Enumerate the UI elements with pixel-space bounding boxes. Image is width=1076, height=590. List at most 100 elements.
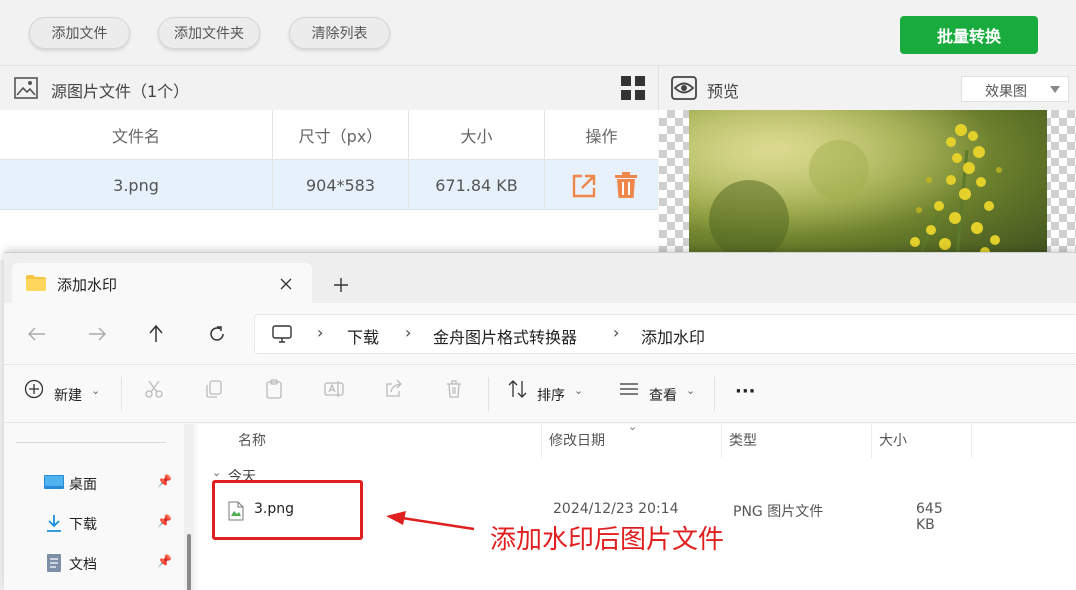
chevron-down-icon: ⌄ [686,384,696,397]
scrollbar-track[interactable] [184,424,194,590]
column-header-size: 大小 [460,127,493,146]
up-arrow-icon[interactable] [148,325,164,343]
nav-item-label: 文档 [69,557,97,573]
navigation-pane: 桌面 📌 下载 📌 文档 📌 [4,424,198,590]
converter-app: 添加文件 添加文件夹 清除列表 批量转换 源图片文件（1个） 预览 效果图 文件… [0,0,1076,260]
eye-icon [671,76,697,100]
column-divider [408,110,409,210]
column-header-dimensions: 尺寸（px） [298,127,383,146]
source-files-header: 源图片文件（1个） [0,66,658,110]
annotation-label: 添加水印后图片文件 [490,525,725,555]
column-header-type[interactable]: 类型 [729,430,757,450]
computer-icon [272,325,292,343]
folder-icon [26,275,46,291]
divider [121,377,122,411]
divider [714,377,715,411]
new-button[interactable]: 新建 [54,385,82,405]
pin-icon[interactable]: 📌 [157,514,172,528]
tab-strip: 添加水印 [4,253,1076,303]
column-divider [272,110,273,210]
paste-icon[interactable] [264,379,284,399]
forward-arrow-icon[interactable] [88,327,106,341]
column-divider[interactable] [541,424,542,458]
column-divider[interactable] [871,424,872,458]
scrollbar-thumb[interactable] [187,534,191,590]
file-modified: 2024/12/23 20:14 [553,501,679,517]
highlight-box [212,480,363,540]
chevron-right-icon: › [317,323,324,342]
copy-icon[interactable] [204,379,224,399]
sort-icon[interactable] [507,379,529,399]
size-cell: 671.84 KB [435,175,518,195]
chevron-down-icon [1050,86,1060,93]
pin-icon[interactable]: 📌 [157,474,172,488]
column-header-actions: 操作 [585,127,618,146]
nav-item-desktop[interactable]: 桌面 📌 [44,474,184,496]
chevron-down-icon: ⌄ [91,384,101,397]
delete-icon[interactable] [444,379,464,399]
divider [16,442,166,443]
navigation-bar: › 下载 › 金舟图片格式转换器 › 添加水印 [4,303,1076,365]
more-options-icon[interactable]: ··· [735,381,756,402]
chevron-down-icon[interactable]: ⌄ [212,466,221,479]
nav-item-downloads[interactable]: 下载 📌 [44,514,184,536]
column-divider[interactable] [971,424,972,458]
new-tab-icon[interactable] [334,278,348,292]
chevron-right-icon: › [405,323,412,342]
column-header-name[interactable]: 名称 [238,430,266,450]
table-header: 文件名 尺寸（px） 大小 操作 [0,110,658,160]
column-divider[interactable] [721,424,722,458]
source-files-table: 文件名 尺寸（px） 大小 操作 3.png 904*583 671.84 KB [0,110,658,260]
share-icon[interactable] [384,379,404,399]
grid-view-icon[interactable] [621,76,645,100]
image-icon [14,77,38,99]
nav-item-label: 桌面 [69,477,97,493]
batch-convert-button[interactable]: 批量转换 [900,16,1038,54]
refresh-icon[interactable] [208,325,226,343]
download-icon [47,515,61,532]
column-header-modified[interactable]: 修改日期 [549,430,605,450]
add-file-button[interactable]: 添加文件 [29,17,130,49]
close-icon[interactable] [280,278,292,290]
add-folder-button[interactable]: 添加文件夹 [158,17,260,49]
file-name-cell: 3.png [113,175,159,195]
plus-circle-icon[interactable] [24,379,44,399]
rename-icon[interactable] [324,379,344,399]
divider [488,377,489,411]
table-row[interactable]: 3.png 904*583 671.84 KB [0,160,658,210]
breadcrumb-add-watermark[interactable]: 添加水印 [641,324,705,348]
source-files-title: 源图片文件（1个） [51,82,190,101]
breadcrumb-downloads[interactable]: 下载 [347,324,379,348]
address-bar[interactable]: › 下载 › 金舟图片格式转换器 › 添加水印 [254,314,1076,354]
command-bar: 新建 ⌄ 排序 ⌄ 查看 ⌄ ··· [4,365,1076,423]
cut-icon[interactable] [144,379,164,399]
desktop-icon [44,475,64,489]
tab-add-watermark[interactable]: 添加水印 [12,263,312,303]
view-button[interactable]: 查看 [649,385,677,405]
chevron-right-icon: › [613,323,620,342]
trash-icon[interactable] [614,172,638,199]
nav-item-documents[interactable]: 文档 📌 [44,554,184,576]
clear-list-button[interactable]: 清除列表 [289,17,390,49]
preview-mode-value: 效果图 [985,84,1027,100]
preview-header: 预览 效果图 [658,66,1076,110]
preview-image [689,110,1047,260]
preview-canvas [659,110,1076,260]
view-list-icon[interactable] [619,379,639,399]
top-toolbar: 添加文件 添加文件夹 清除列表 批量转换 [0,0,1076,66]
arrow-annotation-icon [386,511,475,531]
column-header-filename: 文件名 [111,127,160,146]
preview-title: 预览 [707,82,740,101]
column-header-size[interactable]: 大小 [879,430,907,450]
column-divider [544,110,545,210]
preview-mode-select[interactable]: 效果图 [961,76,1069,102]
chevron-down-icon: ⌄ [628,420,638,433]
document-icon [47,554,61,572]
rapeseed-flower-photo [689,110,1047,260]
open-external-icon[interactable] [571,173,597,199]
pin-icon[interactable]: 📌 [157,554,172,568]
back-arrow-icon[interactable] [28,327,46,341]
sort-button[interactable]: 排序 [537,385,565,405]
tab-title: 添加水印 [57,276,118,294]
breadcrumb-converter[interactable]: 金舟图片格式转换器 [433,324,577,348]
